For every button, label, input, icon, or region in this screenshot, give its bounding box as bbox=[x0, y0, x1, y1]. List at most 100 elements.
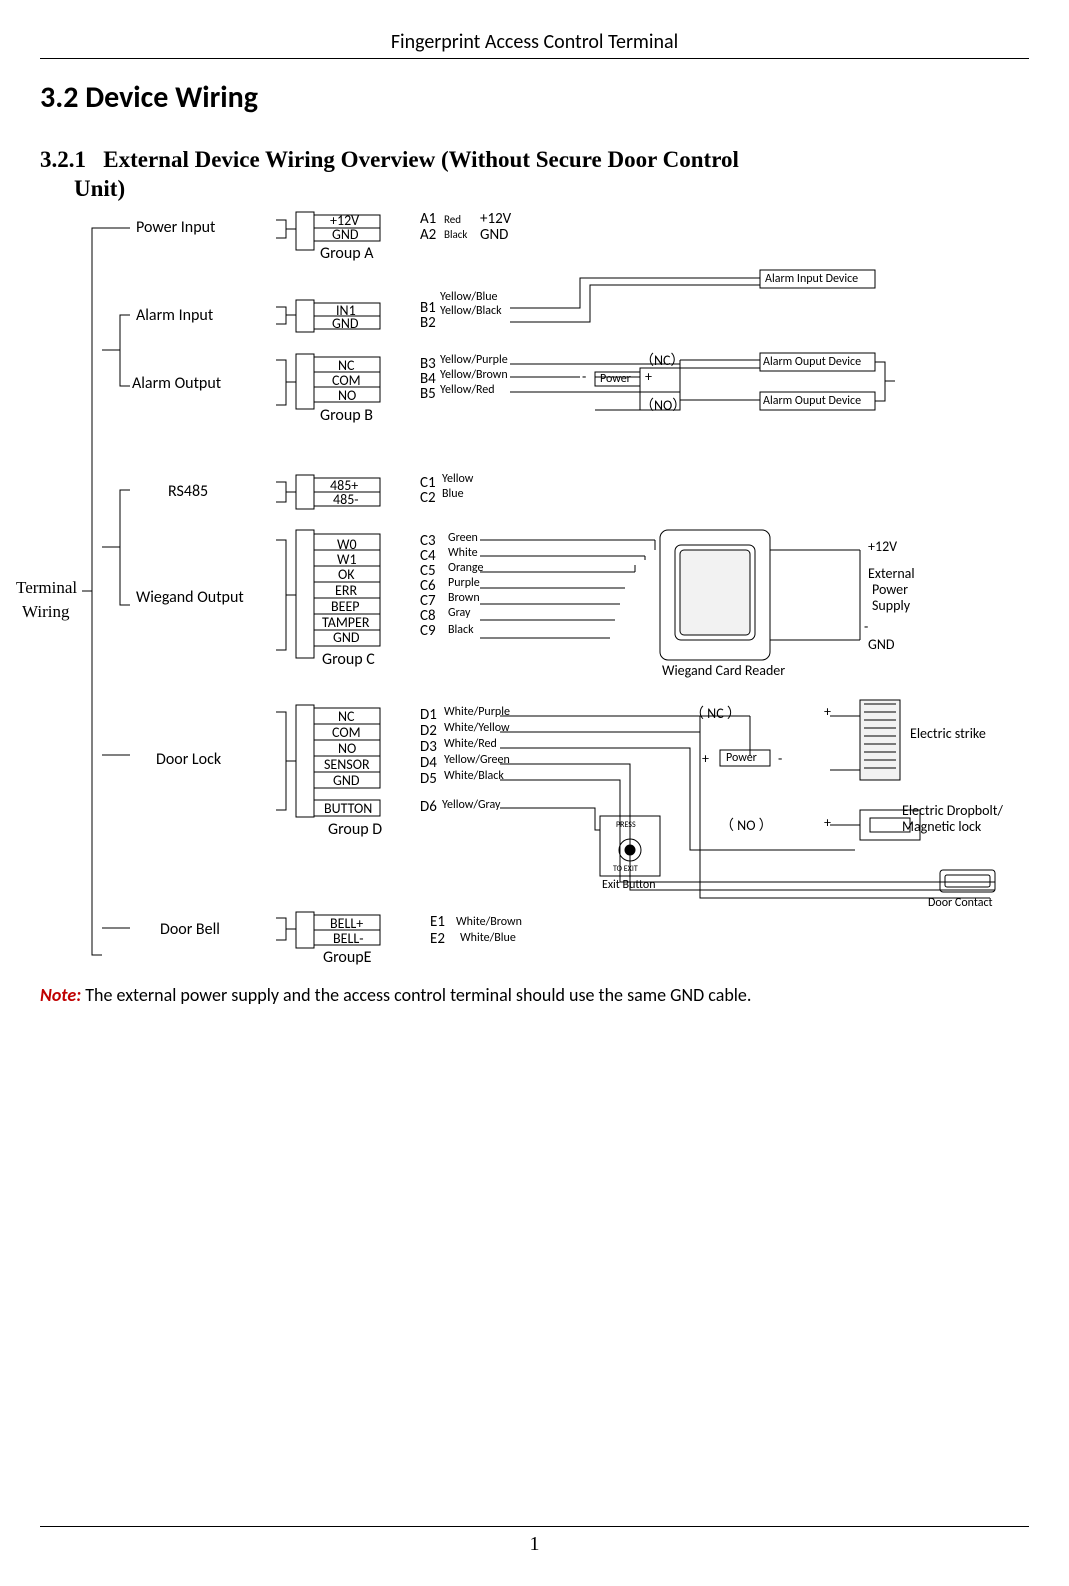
cat-alarm-out: Alarm Output bbox=[132, 374, 221, 393]
col-d5: White/Black bbox=[444, 769, 504, 783]
subsection-text-line2: Unit) bbox=[40, 175, 1029, 204]
doc-header: Fingerprint Access Control Terminal bbox=[40, 30, 1029, 59]
eps-l2: External bbox=[868, 565, 915, 582]
d-minus: - bbox=[778, 750, 782, 767]
b-pwr: Power bbox=[600, 372, 631, 386]
note-label: Note: bbox=[40, 984, 81, 1006]
col-c8: Gray bbox=[448, 606, 470, 620]
cat-alarm-in: Alarm Input bbox=[136, 306, 213, 325]
val-a2: GND bbox=[480, 226, 508, 244]
subsection-text-line1: External Device Wiring Overview (Without… bbox=[103, 147, 739, 172]
eps-l4: Supply bbox=[872, 597, 910, 614]
lbl-d6: D6 bbox=[420, 798, 437, 816]
group-b: Group B bbox=[320, 406, 373, 425]
col-d4: Yellow/Green bbox=[444, 753, 510, 767]
d-contact: Door Contact bbox=[928, 896, 993, 910]
lbl-b5: B5 bbox=[420, 385, 436, 403]
col-c5: Orange bbox=[448, 561, 483, 575]
subsection-number: 3.2.1 bbox=[40, 147, 86, 172]
pin-b2: GND bbox=[332, 315, 358, 332]
pin-a2: GND bbox=[332, 226, 358, 243]
col-c9: Black bbox=[448, 623, 474, 637]
eps-l3: Power bbox=[872, 581, 908, 598]
col-c6: Purple bbox=[448, 576, 480, 590]
d-pwr: Power bbox=[726, 751, 757, 765]
page-number: 1 bbox=[40, 1526, 1029, 1556]
group-e: GroupE bbox=[323, 948, 371, 967]
lbl-e2: E2 bbox=[430, 930, 445, 948]
group-d: Group D bbox=[328, 820, 382, 839]
lbl-b2: B2 bbox=[420, 314, 436, 332]
dev-b2: Alarm Ouput Device bbox=[763, 355, 861, 369]
col-b2: Yellow/Black bbox=[440, 304, 502, 318]
group-a: Group A bbox=[320, 244, 374, 263]
d-nc: （ NC ） bbox=[690, 703, 741, 723]
cat-power: Power Input bbox=[136, 218, 215, 237]
pin-d5: GND bbox=[333, 772, 359, 789]
dev-b3: Alarm Ouput Device bbox=[763, 394, 861, 408]
side-label-2: Wiring bbox=[22, 602, 69, 622]
col-b5: Yellow/Red bbox=[440, 383, 495, 397]
col-d3: White/Red bbox=[444, 737, 497, 751]
section-title: 3.2 Device Wiring bbox=[40, 79, 1029, 116]
b-minus: - bbox=[582, 368, 586, 385]
d-drop2: Magnetic lock bbox=[902, 818, 981, 835]
subsection-title: 3.2.1 External Device Wiring Overview (W… bbox=[40, 146, 1029, 204]
pin-d2: COM bbox=[332, 724, 361, 741]
dev-b1: Alarm Input Device bbox=[765, 272, 858, 286]
col-b4: Yellow/Brown bbox=[440, 368, 508, 382]
col-e2: White/Blue bbox=[460, 931, 516, 945]
d-plus3: + bbox=[824, 814, 831, 831]
eps-12v: +12V bbox=[868, 538, 897, 555]
cat-door-bell: Door Bell bbox=[160, 920, 220, 939]
group-c: Group C bbox=[322, 650, 375, 669]
col-c2: Blue bbox=[442, 487, 464, 501]
btn-toexit: TO EXIT bbox=[613, 864, 638, 874]
pin-d1: NC bbox=[338, 708, 355, 725]
d-exit: Exit Button bbox=[602, 878, 656, 892]
col-c3: Green bbox=[448, 531, 478, 545]
d-no: （ NO ） bbox=[720, 815, 773, 835]
b-no: （NO） bbox=[640, 395, 686, 415]
d-plus2: + bbox=[702, 750, 709, 767]
col-d2: White/Yellow bbox=[444, 721, 510, 735]
col-d6: Yellow/Gray bbox=[442, 798, 500, 812]
col-a2: Black bbox=[444, 228, 467, 241]
pin-d3: NO bbox=[338, 740, 356, 757]
col-c7: Brown bbox=[448, 591, 480, 605]
pin-c6: ERR bbox=[335, 582, 357, 599]
d-strike: Electric strike bbox=[910, 725, 986, 742]
pin-c9: GND bbox=[333, 629, 359, 646]
d-plus1: + bbox=[824, 703, 831, 720]
lbl-e1: E1 bbox=[430, 913, 445, 931]
wiring-diagram: Terminal Wiring Power Input Alarm Input … bbox=[40, 210, 1015, 980]
eps-minus: - bbox=[864, 618, 868, 635]
cat-wiegand: Wiegand Output bbox=[136, 588, 244, 607]
col-c4: White bbox=[448, 546, 478, 560]
eps-gnd: GND bbox=[868, 636, 894, 653]
note-text: The external power supply and the access… bbox=[81, 984, 751, 1006]
pin-c7: BEEP bbox=[331, 598, 360, 615]
col-b1: Yellow/Blue bbox=[440, 290, 498, 304]
pin-d6: BUTTON bbox=[324, 800, 372, 817]
col-b3: Yellow/Purple bbox=[440, 353, 508, 367]
pin-d4: SENSOR bbox=[324, 756, 370, 773]
cat-rs485: RS485 bbox=[168, 482, 208, 501]
lbl-c9: C9 bbox=[420, 622, 436, 640]
btn-press: PRESS bbox=[616, 820, 636, 830]
d-drop1: Electric Dropbolt/ bbox=[902, 802, 1003, 819]
pin-c2: 485- bbox=[333, 491, 359, 508]
pin-e2: BELL- bbox=[333, 930, 364, 947]
col-a1: Red bbox=[444, 213, 461, 226]
col-e1: White/Brown bbox=[456, 915, 522, 929]
wieg-reader: Wiegand Card Reader bbox=[662, 662, 785, 679]
cat-door-lock: Door Lock bbox=[156, 750, 221, 769]
b-plus: + bbox=[645, 368, 652, 385]
pin-c5: OK bbox=[338, 566, 355, 583]
lbl-d5: D5 bbox=[420, 770, 437, 788]
side-label-1: Terminal bbox=[16, 578, 77, 598]
pin-b5: NO bbox=[338, 387, 356, 404]
lbl-a2: A2 bbox=[420, 226, 436, 244]
b-nc: （NC） bbox=[640, 350, 685, 370]
lbl-c2: C2 bbox=[420, 489, 436, 507]
